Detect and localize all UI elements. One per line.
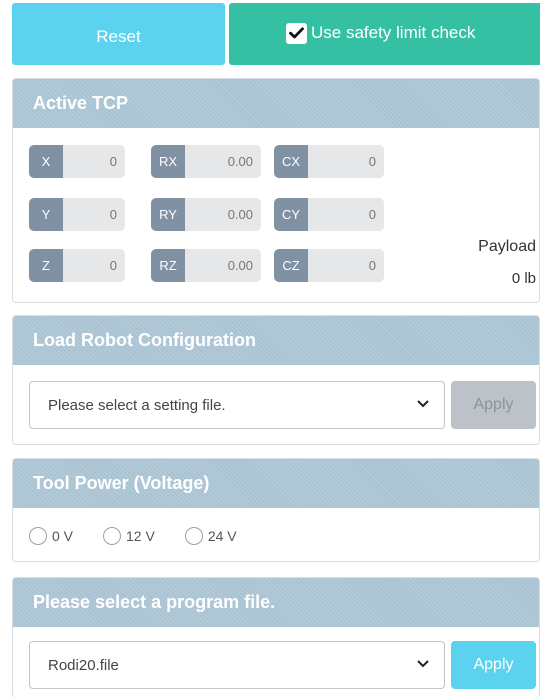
- field-value: 0.00: [227, 154, 253, 169]
- load-config-title: Load Robot Configuration: [13, 316, 539, 365]
- select-value: Please select a setting file.: [48, 396, 226, 414]
- field-value: 0: [109, 154, 117, 169]
- safety-label: Use safety limit check: [311, 23, 476, 42]
- field-value: 0: [368, 258, 376, 273]
- field-tag: Z: [29, 249, 63, 282]
- chevron-down-icon: [417, 400, 429, 408]
- field-tag: X: [29, 145, 63, 178]
- chevron-down-icon: [417, 660, 429, 668]
- apply-program-button[interactable]: Apply: [451, 641, 536, 689]
- field-tag: RX: [151, 145, 185, 178]
- field-tag: CZ: [274, 249, 308, 282]
- field-value: 0.00: [227, 207, 253, 222]
- radio-label: 0 V: [52, 528, 74, 544]
- radio-icon: [103, 527, 122, 545]
- program-title: Please select a program file.: [13, 578, 539, 627]
- field-value: 0: [109, 258, 117, 273]
- radio-icon: [184, 527, 203, 545]
- reset-button[interactable]: Reset: [12, 3, 225, 65]
- program-panel: Please select a program file. Rodi20.fil…: [12, 577, 540, 698]
- safety-checkbox[interactable]: [286, 22, 307, 44]
- field-tag: RZ: [151, 249, 185, 282]
- voltage-option-24v[interactable]: 24 V: [184, 527, 237, 545]
- tcp-field-z[interactable]: Z 0: [29, 249, 125, 282]
- apply-label: Apply: [473, 396, 514, 413]
- tcp-field-cy[interactable]: CY 0: [274, 198, 384, 231]
- tcp-field-rx[interactable]: RX 0.00: [151, 145, 261, 178]
- field-value: 0: [368, 207, 376, 222]
- radio-label: 12 V: [126, 528, 155, 544]
- field-value: 0: [368, 154, 376, 169]
- field-tag: Y: [29, 198, 63, 231]
- reset-label: Reset: [96, 27, 141, 46]
- payload-label: Payload: [478, 238, 536, 255]
- tcp-field-cz[interactable]: CZ 0: [274, 249, 384, 282]
- active-tcp-title: Active TCP: [13, 79, 539, 128]
- apply-config-button[interactable]: Apply: [451, 381, 536, 429]
- tool-power-panel: Tool Power (Voltage) 0 V 12 V 24 V: [12, 458, 540, 562]
- active-tcp-panel: Active TCP X 0 RX 0.00 CX 0 Y 0 RY 0.00 …: [12, 78, 540, 303]
- voltage-option-12v[interactable]: 12 V: [103, 527, 155, 545]
- field-value: 0.00: [227, 258, 253, 273]
- setting-file-select[interactable]: Please select a setting file.: [29, 381, 445, 429]
- tcp-field-cx[interactable]: CX 0: [274, 145, 384, 178]
- field-tag: CY: [274, 198, 308, 231]
- check-icon: [289, 27, 304, 39]
- voltage-option-0v[interactable]: 0 V: [29, 527, 73, 545]
- tcp-field-y[interactable]: Y 0: [29, 198, 125, 231]
- tool-power-title: Tool Power (Voltage): [13, 459, 539, 508]
- voltage-options: 0 V 12 V 24 V: [29, 527, 267, 545]
- tcp-field-rz[interactable]: RZ 0.00: [151, 249, 261, 282]
- radio-label: 24 V: [207, 528, 237, 544]
- top-toolbar: Reset Use safety limit check: [10, 3, 540, 67]
- safety-limit-toggle[interactable]: Use safety limit check: [229, 3, 540, 65]
- tcp-field-ry[interactable]: RY 0.00: [151, 198, 261, 231]
- select-value: Rodi20.file: [48, 656, 119, 674]
- program-file-select[interactable]: Rodi20.file: [29, 641, 445, 689]
- field-value: 0: [109, 207, 117, 222]
- field-tag: RY: [151, 198, 185, 231]
- radio-icon: [29, 527, 47, 545]
- apply-label: Apply: [473, 656, 514, 673]
- payload-value: 0 lb: [511, 270, 536, 287]
- load-config-panel: Load Robot Configuration Please select a…: [12, 315, 540, 445]
- field-tag: CX: [274, 145, 308, 178]
- tcp-field-x[interactable]: X 0: [29, 145, 125, 178]
